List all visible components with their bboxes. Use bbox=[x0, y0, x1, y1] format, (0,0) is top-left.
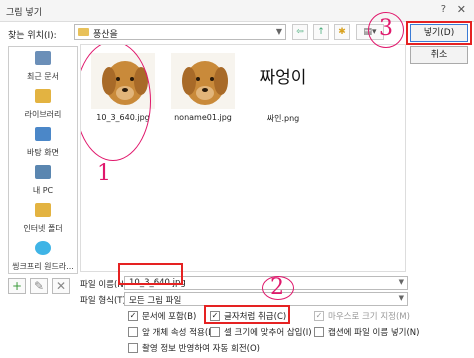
place-label: 라이브러리 bbox=[24, 110, 62, 119]
auto-rotate-checkbox[interactable]: 촬영 정보 반영하여 자동 회전(O) bbox=[128, 342, 260, 354]
annotation-rect-as-char bbox=[204, 305, 290, 324]
add-place-button[interactable]: + bbox=[8, 278, 26, 294]
back-button[interactable]: ⇦ bbox=[292, 24, 308, 40]
title-bar: 그림 넣기 ? ✕ bbox=[0, 0, 474, 22]
checkbox-box: ✓ bbox=[314, 311, 324, 321]
place-label: 최근 문서 bbox=[27, 72, 59, 81]
place-desktop[interactable]: 바탕 화면 bbox=[9, 125, 77, 161]
look-in-label: 찾는 위치(I): bbox=[8, 31, 57, 41]
signature-thumbnail: 짜엉이 bbox=[259, 68, 307, 88]
folder-icon bbox=[78, 28, 89, 36]
up-folder-button[interactable]: ↑ bbox=[313, 24, 329, 40]
x-icon: ✕ bbox=[55, 279, 67, 293]
remove-place-button[interactable]: ✕ bbox=[52, 278, 70, 294]
place-library[interactable]: 라이브러리 bbox=[9, 87, 77, 123]
caption-filename-checkbox[interactable]: 캡션에 파일 이름 넣기(N) bbox=[314, 326, 419, 338]
library-icon bbox=[35, 89, 51, 103]
up-folder-icon: ↑ bbox=[317, 27, 325, 37]
edit-place-button[interactable]: ✎ bbox=[30, 278, 48, 294]
checkbox-box bbox=[210, 327, 220, 337]
internet-folder-icon bbox=[35, 203, 51, 217]
look-in-value: 풍산을 bbox=[93, 30, 118, 40]
thinkfree-drive-icon bbox=[35, 241, 51, 255]
pencil-icon: ✎ bbox=[33, 279, 45, 293]
close-icon[interactable]: ✕ bbox=[457, 3, 466, 16]
annotation-circle-1 bbox=[81, 45, 151, 161]
checkbox-label: 마우스로 크기 지정(M) bbox=[328, 312, 410, 322]
checkbox-box bbox=[128, 327, 138, 337]
annotation-rect-insert bbox=[406, 21, 472, 45]
chevron-down-icon: ▼ bbox=[398, 278, 404, 286]
file-type-value: 모든 그림 파일 bbox=[129, 296, 182, 306]
back-arrow-icon: ⇦ bbox=[296, 27, 304, 37]
place-my-pc[interactable]: 내 PC bbox=[9, 163, 77, 199]
annotation-number-1: 1 bbox=[97, 161, 111, 186]
desktop-icon bbox=[35, 127, 51, 141]
look-in-dropdown[interactable]: 풍산을 ▼ bbox=[74, 24, 286, 40]
file-item[interactable]: 짜엉이 싸인.png bbox=[243, 51, 323, 141]
plus-icon: + bbox=[11, 279, 23, 293]
checkbox-label: 셀 크기에 맞추어 삽입(I) bbox=[224, 328, 312, 338]
checkbox-box: ✓ bbox=[128, 311, 138, 321]
annotation-number-2: 2 bbox=[270, 275, 284, 300]
file-item[interactable]: noname01.jpg bbox=[163, 51, 243, 141]
mouse-size-checkbox[interactable]: ✓ 마우스로 크기 지정(M) bbox=[314, 310, 410, 322]
place-label: 내 PC bbox=[32, 186, 54, 195]
place-label: 바탕 화면 bbox=[27, 148, 59, 157]
checkbox-label: 앞 개체 속성 적용(L) bbox=[142, 328, 217, 338]
fit-cell-checkbox[interactable]: 셀 크기에 맞추어 삽입(I) bbox=[210, 326, 312, 338]
apply-previous-checkbox[interactable]: 앞 개체 속성 적용(L) bbox=[128, 326, 216, 338]
place-label: 씽크프리 원드라... bbox=[12, 262, 74, 271]
window-title: 그림 넣기 bbox=[6, 8, 42, 18]
places-bar: 최근 문서 라이브러리 바탕 화면 내 PC 인터넷 폴더 씽크프리 원드라..… bbox=[8, 46, 78, 274]
recent-docs-icon bbox=[35, 51, 51, 65]
checkbox-label: 캡션에 파일 이름 넣기(N) bbox=[328, 328, 420, 338]
checkbox-box bbox=[314, 327, 324, 337]
embed-checkbox[interactable]: ✓ 문서에 포함(B) bbox=[128, 310, 196, 322]
annotation-number-3: 3 bbox=[379, 16, 393, 41]
new-folder-button[interactable]: ✱ bbox=[334, 24, 350, 40]
place-thinkfree-drive[interactable]: 씽크프리 원드라... bbox=[9, 239, 77, 273]
file-name: 싸인.png bbox=[266, 114, 300, 123]
place-label: 인터넷 폴더 bbox=[23, 224, 63, 233]
new-folder-icon: ✱ bbox=[338, 27, 346, 37]
help-icon[interactable]: ? bbox=[441, 4, 446, 15]
file-type-label: 파일 형식(T): bbox=[80, 296, 129, 306]
cancel-button-label: 취소 bbox=[430, 50, 448, 60]
file-name: noname01.jpg bbox=[174, 113, 232, 122]
checkbox-label: 문서에 포함(B) bbox=[142, 312, 197, 322]
place-internet-folder[interactable]: 인터넷 폴더 bbox=[9, 201, 77, 237]
chevron-down-icon: ▼ bbox=[398, 294, 404, 302]
cancel-button[interactable]: 취소 bbox=[410, 46, 468, 64]
place-recent-docs[interactable]: 최근 문서 bbox=[9, 49, 77, 85]
checkbox-box bbox=[128, 343, 138, 353]
dog-photo-thumbnail bbox=[171, 53, 235, 109]
file-list: 10_3_640.jpg noname01.jpg 짜엉이 싸인.png 1 bbox=[80, 44, 406, 272]
chevron-down-icon: ▼ bbox=[275, 27, 282, 36]
annotation-rect-filename bbox=[118, 263, 183, 285]
computer-icon bbox=[35, 165, 51, 179]
checkbox-label: 촬영 정보 반영하여 자동 회전(O) bbox=[142, 344, 260, 354]
